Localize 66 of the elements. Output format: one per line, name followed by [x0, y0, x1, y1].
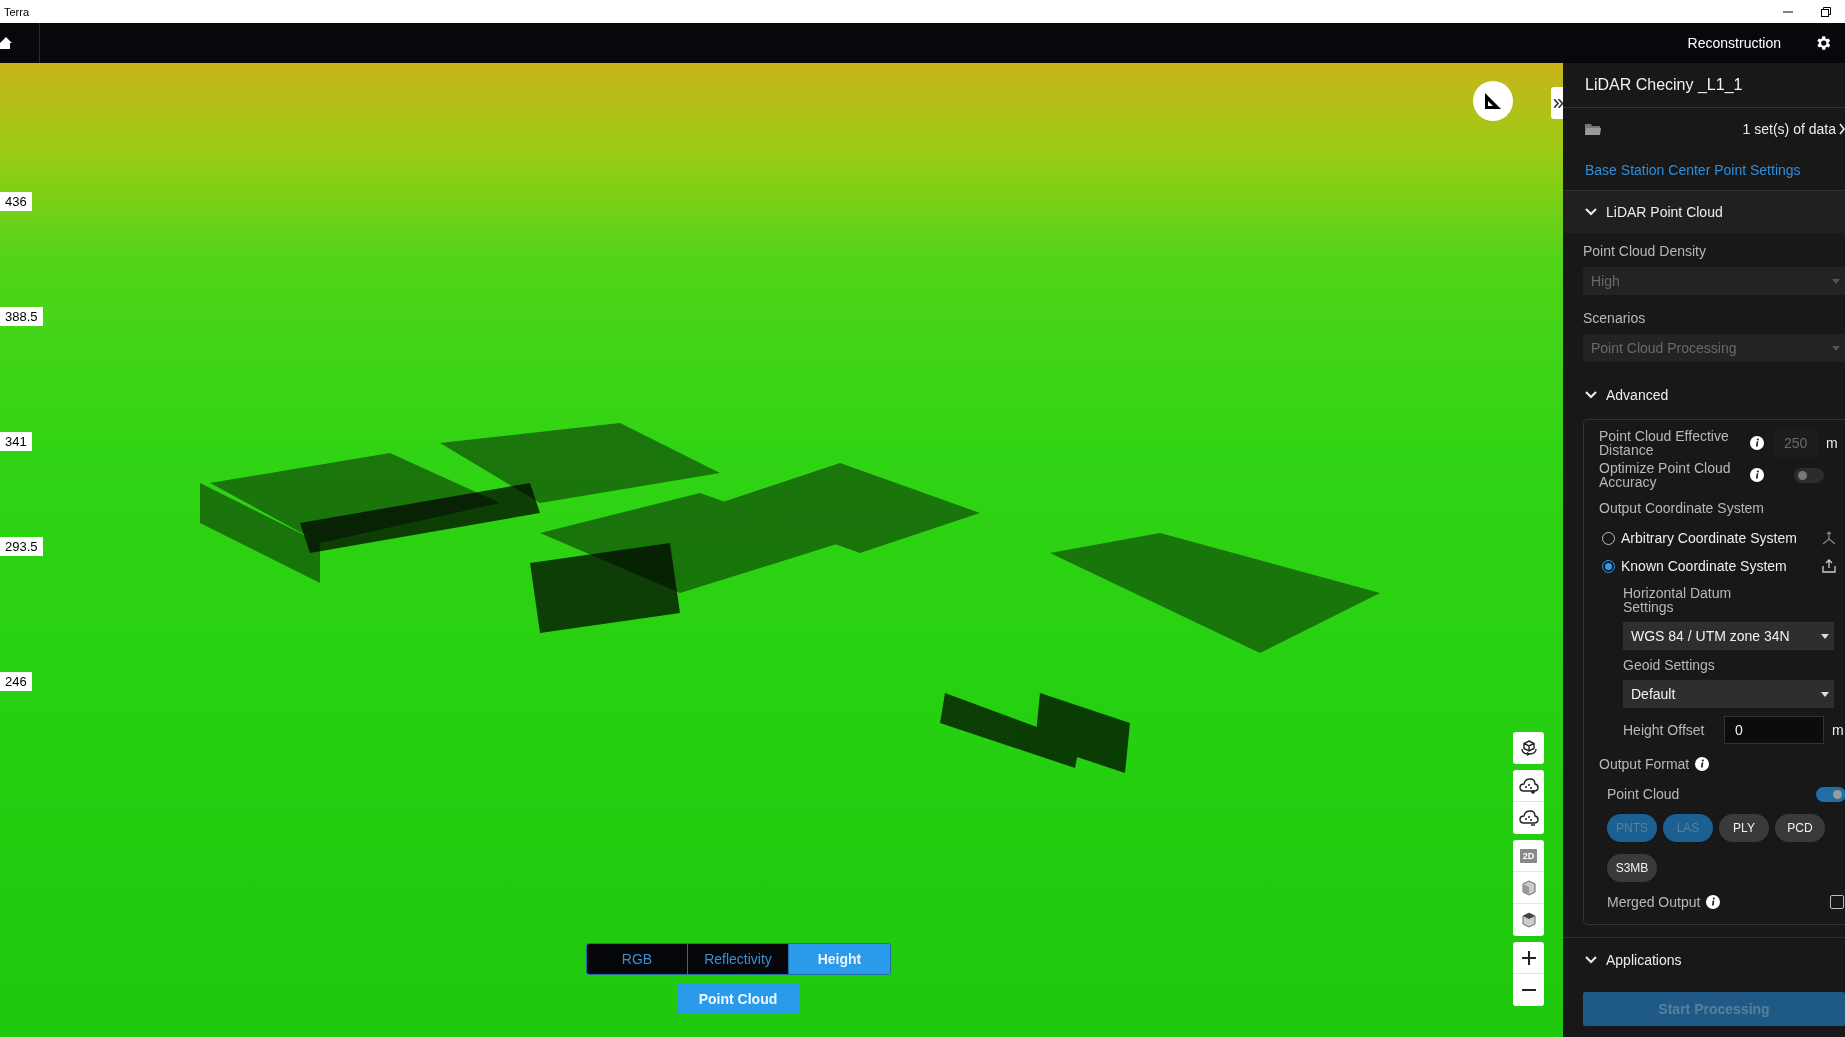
home-icon — [0, 36, 12, 50]
field-label: Point Cloud — [1607, 786, 1680, 802]
cube-top-icon — [1521, 912, 1536, 928]
project-title: LiDAR Checiny _L1_1 — [1585, 76, 1743, 94]
unit-label: m — [1826, 435, 1838, 451]
caret-down-icon — [1832, 278, 1840, 284]
radio-label[interactable]: Known Coordinate System — [1621, 558, 1816, 574]
cube-rotate-icon — [1519, 739, 1538, 757]
field-label: Point Cloud Density — [1583, 243, 1707, 259]
height-scale-label: 436 — [0, 192, 32, 211]
section-header[interactable]: Applications — [1563, 937, 1845, 982]
chevron-down-icon — [1585, 956, 1597, 964]
field-label: Point Cloud Effective Distance — [1599, 429, 1730, 457]
data-count-label[interactable]: 1 set(s) of data — [1742, 121, 1836, 137]
field-label: Output Coordinate System — [1599, 500, 1765, 516]
info-icon — [1750, 468, 1764, 482]
height-scale-label: 293.5 — [0, 537, 43, 556]
field-label: Optimize Point Cloud Accuracy — [1599, 461, 1732, 489]
folder-icon — [1585, 122, 1601, 136]
caret-down-icon — [1821, 691, 1829, 697]
checkbox[interactable] — [1830, 895, 1844, 909]
section-header[interactable]: Advanced — [1563, 377, 1845, 413]
color-mode-tab[interactable]: RGB — [587, 944, 688, 974]
format-chip[interactable]: PLY — [1719, 814, 1769, 842]
input-field[interactable]: 0 — [1724, 716, 1824, 744]
field-label: Output Format — [1599, 756, 1690, 772]
double-chevron-icon — [1553, 98, 1563, 108]
field-label: Height Offset — [1623, 723, 1706, 737]
collapse-panel-button[interactable] — [1551, 87, 1563, 119]
cube-icon — [1521, 879, 1536, 896]
info-icon — [1706, 895, 1721, 909]
field-label: Scenarios — [1583, 310, 1647, 326]
window-title: Terra — [4, 5, 30, 18]
info-icon — [1695, 757, 1710, 771]
app-mode-title: Reconstruction — [1687, 35, 1781, 51]
field-label: Geoid Settings — [1623, 658, 1716, 672]
caret-down-icon — [1821, 633, 1829, 639]
format-chip[interactable]: S3MB — [1607, 854, 1657, 882]
chevron-down-icon — [1585, 391, 1597, 399]
dropdown-field[interactable]: Default — [1623, 680, 1834, 708]
unit-label: m — [1832, 722, 1844, 738]
format-chip[interactable]: PCD — [1775, 814, 1825, 842]
cloud-plus-icon — [1518, 776, 1539, 795]
point-cloud-view[interactable] — [0, 63, 1563, 1037]
cloud-minus-icon — [1518, 809, 1539, 827]
chevron-right-icon[interactable] — [1839, 123, 1845, 135]
toggle-switch[interactable] — [1816, 786, 1845, 802]
caret-down-icon — [1832, 345, 1840, 351]
axes-icon — [1822, 531, 1836, 545]
height-scale-label: 341 — [0, 432, 32, 451]
field-label: Merged Output — [1607, 894, 1701, 910]
plus-icon — [1520, 949, 1537, 966]
minus-icon — [1521, 989, 1536, 991]
info-icon — [1750, 436, 1764, 450]
upload-file-icon — [1822, 559, 1836, 573]
toggle-switch[interactable] — [1794, 467, 1824, 483]
chevron-down-icon — [1585, 208, 1597, 216]
restore-icon — [1821, 6, 1831, 17]
dropdown-field[interactable]: WGS 84 / UTM zone 34N — [1623, 622, 1834, 650]
height-scale-label: 246 — [0, 672, 32, 691]
height-scale-label: 388.5 — [0, 307, 43, 326]
section-header[interactable]: LiDAR Point Cloud — [1563, 191, 1845, 233]
color-mode-tab[interactable]: Reflectivity — [688, 944, 789, 974]
radio-label[interactable]: Arbitrary Coordinate System — [1621, 530, 1816, 546]
field-label: Horizontal Datum Settings — [1623, 586, 1733, 614]
base-station-settings-link[interactable]: Base Station Center Point Settings — [1585, 162, 1801, 178]
